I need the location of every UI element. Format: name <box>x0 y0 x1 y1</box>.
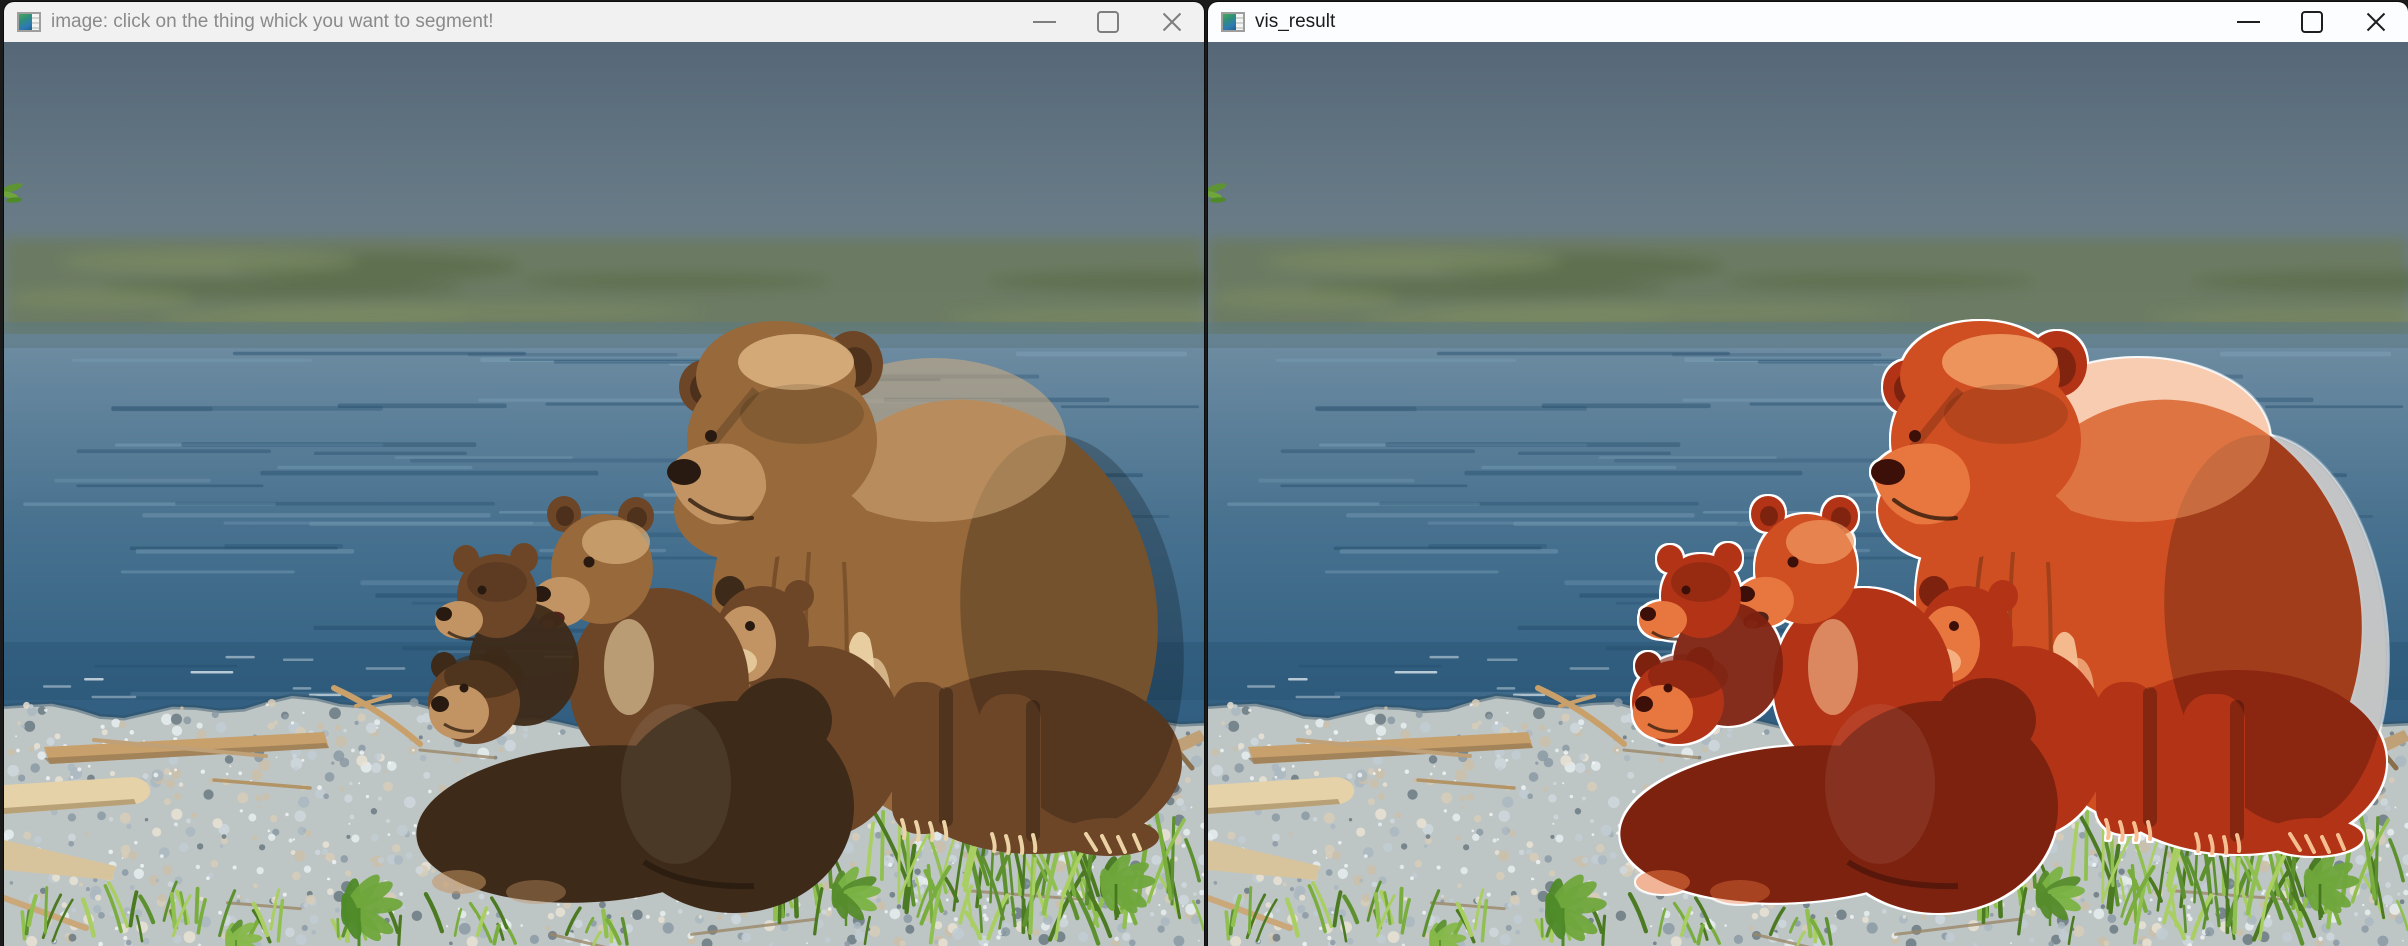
window-title: image: click on the thing whick you want… <box>51 2 494 42</box>
minimize-icon <box>1033 21 1056 23</box>
maximize-icon <box>1097 11 1119 33</box>
window-controls <box>1012 2 1204 42</box>
segmentation-result-canvas <box>1208 42 2408 946</box>
window-image: image: click on the thing whick you want… <box>4 2 1204 946</box>
minimize-icon <box>2237 21 2260 23</box>
opencv-window-icon <box>1221 12 1245 32</box>
maximize-icon <box>2301 11 2323 33</box>
opencv-window-icon <box>17 12 41 32</box>
close-button[interactable] <box>1140 2 1204 42</box>
titlebar-image[interactable]: image: click on the thing whick you want… <box>4 2 1204 42</box>
window-title: vis_result <box>1255 2 1335 42</box>
maximize-button[interactable] <box>2280 2 2344 42</box>
source-image-canvas[interactable] <box>4 42 1204 946</box>
close-icon <box>2364 10 2388 34</box>
close-button[interactable] <box>2344 2 2408 42</box>
close-icon <box>1160 10 1184 34</box>
maximize-button[interactable] <box>1076 2 1140 42</box>
window-vis-result: vis_result <box>1208 2 2408 946</box>
titlebar-vis[interactable]: vis_result <box>1208 2 2408 42</box>
minimize-button[interactable] <box>2216 2 2280 42</box>
window-controls <box>2216 2 2408 42</box>
minimize-button[interactable] <box>1012 2 1076 42</box>
